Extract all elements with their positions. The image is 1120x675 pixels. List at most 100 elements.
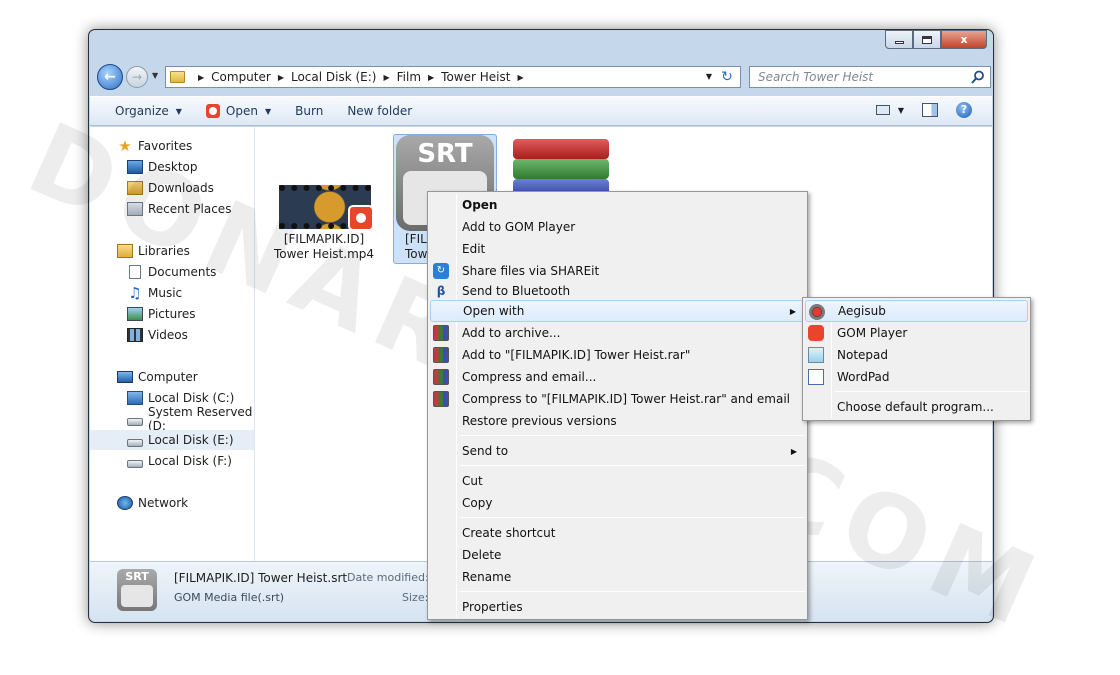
breadcrumb-computer[interactable]: Computer [211,70,271,84]
gom-player-icon [808,325,824,341]
winrar-icon [433,347,449,363]
sidebar-item-label: Local Disk (C:) [148,391,235,405]
organize-label: Organize [115,104,169,118]
chevron-down-icon: ▼ [175,106,182,116]
breadcrumb-separator-icon[interactable]: ▶ [278,73,284,82]
menu-item-add-to-rar[interactable]: Add to "[FILMAPIK.ID] Tower Heist.rar" [430,344,805,366]
view-options-dropdown-icon[interactable]: ▼ [898,106,904,115]
close-button[interactable]: x [941,30,987,49]
menu-item-shareit[interactable]: ↻ Share files via SHAREit [430,260,805,282]
submenu-item-wordpad[interactable]: WordPad [805,366,1028,388]
sidebar-item-computer[interactable]: Computer [90,367,254,387]
breadcrumb-separator-icon[interactable]: ▶ [383,73,389,82]
sidebar-item-label: Videos [148,328,188,342]
menu-item-label: Choose default program... [837,400,994,414]
music-icon: ♫ [128,284,142,302]
sidebar-item-pictures[interactable]: Pictures [90,304,254,324]
sidebar-item-music[interactable]: ♫ Music [90,283,254,303]
sidebar-item-desktop[interactable]: Desktop [90,157,254,177]
change-view-icon[interactable] [875,105,890,115]
menu-item-restore-versions[interactable]: Restore previous versions [430,410,805,432]
sidebar-item-downloads[interactable]: Downloads [90,178,254,198]
breadcrumb-separator-icon[interactable]: ▶ [517,73,523,82]
menu-item-edit[interactable]: Edit [430,238,805,260]
sidebar-item-recent-places[interactable]: Recent Places [90,199,254,219]
menu-item-rename[interactable]: Rename [430,566,805,588]
sidebar-item-local-disk-e[interactable]: Local Disk (E:) [90,430,254,450]
sidebar-item-label: Local Disk (F:) [148,454,232,468]
file-item-mp4[interactable]: [FILMAPIK.ID] Tower Heist.mp4 [270,232,378,262]
context-menu: Open Add to GOM Player Edit ↻ Share files… [427,191,808,620]
downloads-icon [127,181,143,195]
chevron-down-icon[interactable]: ▼ [265,107,271,116]
minimize-button[interactable] [885,30,913,49]
aegisub-icon [809,304,825,320]
sidebar-item-label: System Reserved (D: [148,405,253,433]
breadcrumb-film[interactable]: Film [397,70,421,84]
menu-item-create-shortcut[interactable]: Create shortcut [430,522,805,544]
folder-icon [170,71,185,83]
menu-item-copy[interactable]: Copy [430,492,805,514]
help-icon[interactable]: ? [956,102,972,118]
menu-item-add-to-gom[interactable]: Add to GOM Player [430,216,805,238]
address-dropdown-icon[interactable]: ▼ [706,72,712,81]
submenu-item-notepad[interactable]: Notepad [805,344,1028,366]
menu-item-bluetooth[interactable]: β Send to Bluetooth [430,280,805,302]
open-button[interactable]: Open ▼ [205,104,271,118]
menu-item-label: WordPad [837,370,890,384]
sidebar-item-libraries[interactable]: Libraries [90,241,254,261]
sidebar-item-label: Desktop [148,160,198,174]
menu-item-properties[interactable]: Properties [430,596,805,618]
menu-item-delete[interactable]: Delete [430,544,805,566]
close-icon: x [960,33,968,46]
menu-item-label: Open with [463,304,525,318]
sidebar-item-documents[interactable]: Documents [90,262,254,282]
search-icon[interactable] [971,70,985,84]
refresh-icon[interactable]: ↻ [718,69,736,85]
new-folder-button[interactable]: New folder [347,104,412,118]
menu-item-compress-email[interactable]: Compress and email... [430,366,805,388]
organize-menu[interactable]: Organize ▼ [115,104,182,118]
forward-button[interactable]: → [126,66,148,88]
file-name-line2: Tower Heist.mp4 [273,247,375,261]
submenu-item-choose-default[interactable]: Choose default program... [805,396,1028,418]
sidebar-item-label: Recent Places [148,202,232,216]
menu-item-open-with[interactable]: Open with ▶ [430,300,805,322]
address-bar[interactable]: ▶ Computer ▶ Local Disk (E:) ▶ Film ▶ To… [165,66,741,88]
menu-item-label: Add to "[FILMAPIK.ID] Tower Heist.rar" [462,348,691,362]
recent-pages-dropdown[interactable]: ▼ [152,71,158,80]
breadcrumb-local-disk-e[interactable]: Local Disk (E:) [291,70,377,84]
network-icon [117,496,133,510]
menu-item-label: Add to GOM Player [462,220,576,234]
sidebar-item-videos[interactable]: Videos [90,325,254,345]
preview-pane-icon[interactable] [922,103,938,117]
breadcrumb-separator-icon[interactable]: ▶ [428,73,434,82]
sidebar-item-local-disk-f[interactable]: Local Disk (F:) [90,451,254,471]
maximize-icon [922,35,932,44]
menu-item-label: Rename [462,570,512,584]
burn-button[interactable]: Burn [295,104,323,118]
submenu-item-aegisub[interactable]: Aegisub [805,300,1028,322]
sidebar-item-system-reserved[interactable]: System Reserved (D: [90,405,254,433]
winrar-archive-icon[interactable] [513,139,609,199]
sidebar-item-label: Pictures [148,307,196,321]
back-button[interactable]: ← [97,64,123,90]
search-box[interactable] [749,66,991,88]
submenu-item-gom-player[interactable]: GOM Player [805,322,1028,344]
forward-arrow-icon: → [131,70,143,84]
menu-item-compress-rar-email[interactable]: Compress to "[FILMAPIK.ID] Tower Heist.r… [430,388,805,410]
menu-item-open[interactable]: Open [430,194,805,216]
breadcrumb-separator-icon[interactable]: ▶ [198,73,204,82]
search-input[interactable] [758,70,958,84]
toolbar-right: ▼ ? [875,102,972,118]
sidebar-item-network[interactable]: Network [90,493,254,513]
menu-item-label: Properties [462,600,523,614]
maximize-button[interactable] [913,30,941,49]
breadcrumb-tower-heist[interactable]: Tower Heist [441,70,510,84]
menu-item-cut[interactable]: Cut [430,470,805,492]
menu-item-add-to-archive[interactable]: Add to archive... [430,322,805,344]
sidebar-item-label: Computer [138,370,198,384]
sidebar-item-favorites[interactable]: ★ Favorites [90,136,254,156]
srt-file-icon: SRT [117,569,157,611]
menu-item-send-to[interactable]: Send to ▶ [430,440,805,462]
